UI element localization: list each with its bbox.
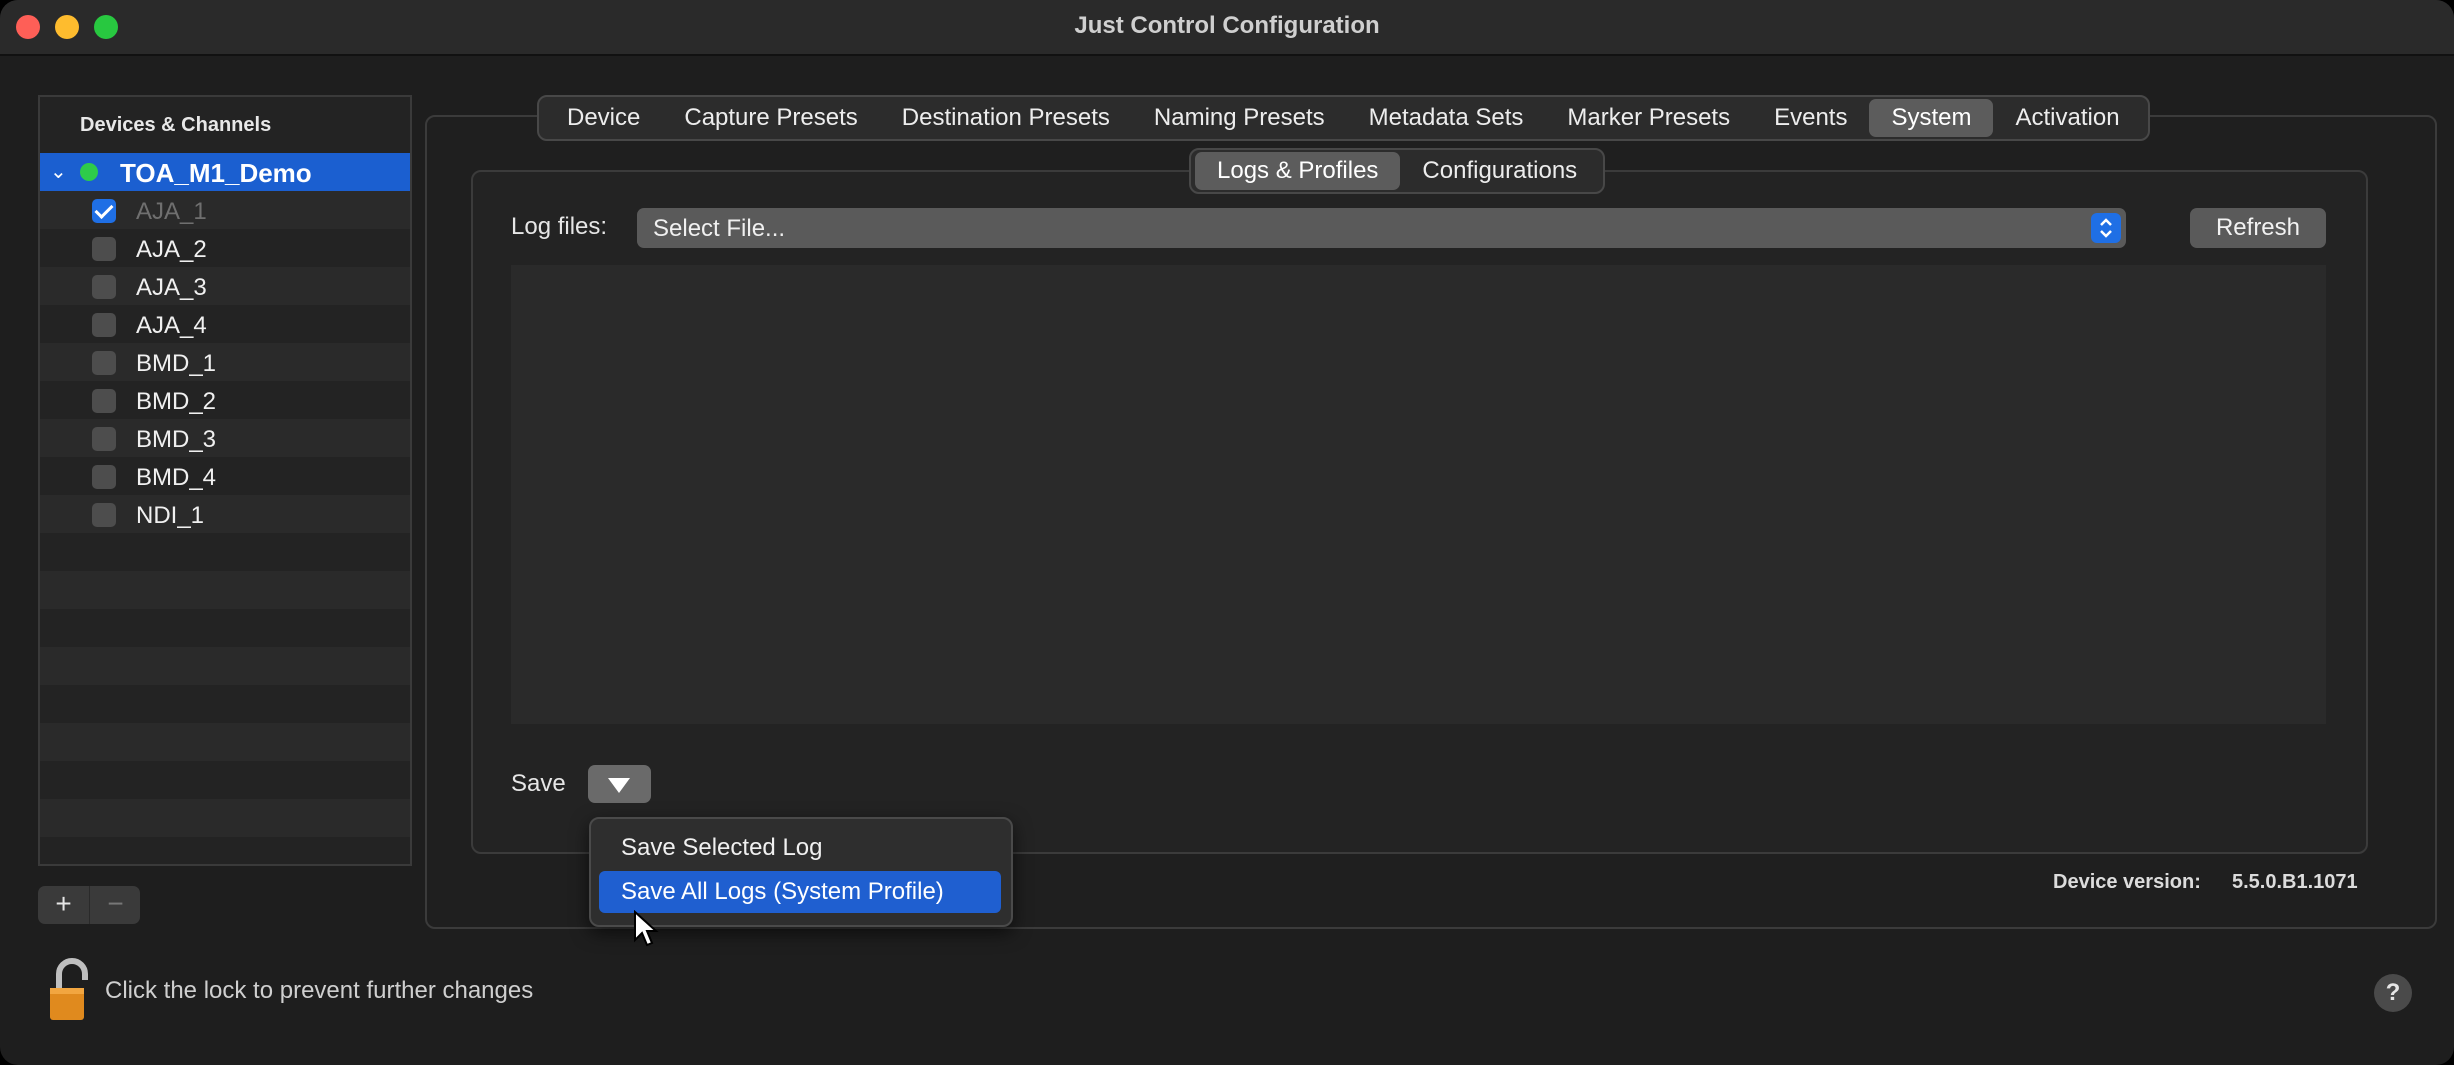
window-title: Just Control Configuration xyxy=(1074,12,1380,39)
channel-row[interactable]: AJA_1 xyxy=(40,191,410,229)
tab-destination-presets[interactable]: Destination Presets xyxy=(880,99,1132,137)
channel-label: AJA_1 xyxy=(136,198,207,225)
empty-row xyxy=(40,571,410,609)
channel-checkbox[interactable] xyxy=(92,313,116,337)
channel-row[interactable]: BMD_2 xyxy=(40,381,410,419)
remove-device-button[interactable]: − xyxy=(89,886,141,924)
tab-activation[interactable]: Activation xyxy=(1993,99,2141,137)
channel-row[interactable]: BMD_1 xyxy=(40,343,410,381)
mouse-cursor-icon xyxy=(633,909,659,953)
channel-row[interactable]: BMD_3 xyxy=(40,419,410,457)
log-content-area[interactable] xyxy=(511,265,2326,724)
tab-device[interactable]: Device xyxy=(545,99,662,137)
log-files-label: Log files: xyxy=(511,213,608,240)
tab-metadata-sets[interactable]: Metadata Sets xyxy=(1347,99,1546,137)
title-bar[interactable]: Just Control Configuration xyxy=(0,0,2454,56)
channel-checkbox[interactable] xyxy=(92,199,116,223)
triangle-down-icon xyxy=(608,778,630,793)
channel-label: BMD_3 xyxy=(136,426,217,453)
tab-system[interactable]: System xyxy=(1869,99,1994,137)
empty-row xyxy=(40,799,410,837)
channel-label: BMD_4 xyxy=(136,464,217,491)
sidebar-header: Devices & Channels xyxy=(80,114,272,136)
channel-label: AJA_2 xyxy=(136,236,207,263)
channel-checkbox[interactable] xyxy=(92,237,116,261)
main-tab-bar: Device Capture Presets Destination Presets… xyxy=(537,95,2150,141)
channel-row[interactable]: AJA_3 xyxy=(40,267,410,305)
channel-label: AJA_4 xyxy=(136,312,207,339)
tab-marker-presets[interactable]: Marker Presets xyxy=(1545,99,1752,137)
channel-label: BMD_1 xyxy=(136,350,217,377)
app-window: Just Control Configuration Devices & Cha… xyxy=(0,0,2454,1065)
refresh-button[interactable]: Refresh xyxy=(2190,208,2326,248)
device-row[interactable]: ⌄ TOA_M1_Demo xyxy=(40,153,410,191)
tab-events[interactable]: Events xyxy=(1752,99,1869,137)
subtab-logs-profiles[interactable]: Logs & Profiles xyxy=(1195,152,1401,190)
channel-label: AJA_3 xyxy=(136,274,207,301)
lock-message: Click the lock to prevent further change… xyxy=(105,977,534,1004)
help-button[interactable]: ? xyxy=(2374,974,2412,1012)
add-remove-control: + − xyxy=(38,886,140,924)
channel-row[interactable]: AJA_2 xyxy=(40,229,410,267)
menu-item-save-selected-log[interactable]: Save Selected Log xyxy=(599,827,1001,869)
add-device-button[interactable]: + xyxy=(38,886,89,924)
channel-checkbox[interactable] xyxy=(92,465,116,489)
channel-label: BMD_2 xyxy=(136,388,217,415)
device-name: TOA_M1_Demo xyxy=(120,158,312,188)
tab-naming-presets[interactable]: Naming Presets xyxy=(1132,99,1347,137)
empty-row xyxy=(40,647,410,685)
device-status-icon xyxy=(80,163,98,181)
channel-checkbox[interactable] xyxy=(92,275,116,299)
channel-label: NDI_1 xyxy=(136,502,205,529)
log-file-select[interactable]: Select File... xyxy=(637,208,2126,248)
empty-row xyxy=(40,723,410,761)
log-file-select-value: Select File... xyxy=(653,215,786,242)
lock-icon[interactable] xyxy=(47,958,97,1029)
sub-tab-bar: Logs & Profiles Configurations xyxy=(1189,148,1606,194)
devices-channels-list[interactable]: Devices & Channels ⌄ TOA_M1_Demo AJA_1 AJ… xyxy=(38,95,412,866)
save-dropdown-button[interactable] xyxy=(588,765,651,803)
channel-checkbox[interactable] xyxy=(92,503,116,527)
menu-item-save-all-logs[interactable]: Save All Logs (System Profile) xyxy=(599,871,1001,913)
save-label: Save xyxy=(511,770,566,797)
chevron-down-icon[interactable]: ⌄ xyxy=(50,159,67,184)
tab-capture-presets[interactable]: Capture Presets xyxy=(662,99,879,137)
channel-row[interactable]: AJA_4 xyxy=(40,305,410,343)
device-version-label: Device version: xyxy=(2053,871,2201,893)
channel-row[interactable]: NDI_1 xyxy=(40,495,410,533)
channel-checkbox[interactable] xyxy=(92,427,116,451)
channel-checkbox[interactable] xyxy=(92,389,116,413)
select-arrows-icon xyxy=(2091,213,2121,243)
device-version-value: 5.5.0.B1.1071 xyxy=(2232,871,2358,893)
channel-row[interactable]: BMD_4 xyxy=(40,457,410,495)
channel-checkbox[interactable] xyxy=(92,351,116,375)
subtab-configurations[interactable]: Configurations xyxy=(1400,152,1599,190)
